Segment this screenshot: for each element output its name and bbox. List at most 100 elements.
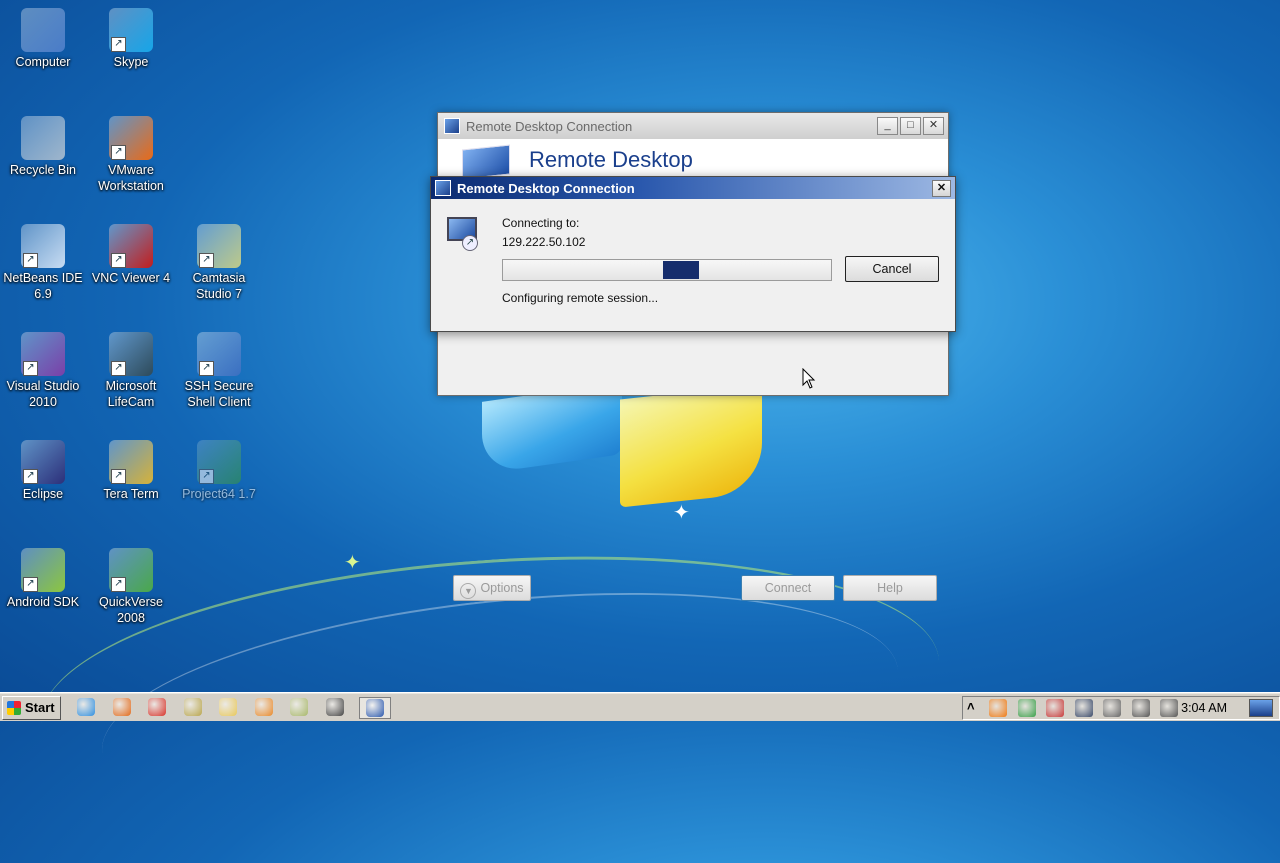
ie-icon[interactable] [75,697,97,717]
android-sdk-icon: ↗ [21,548,65,592]
desktop-icon-label: Android SDK [6,595,80,609]
desktop-icon[interactable]: ↗ Skype [88,8,174,70]
folder-icon[interactable] [217,697,239,717]
sparkle-icon: ✦ [673,502,690,524]
connection-status: Configuring remote session... [502,291,659,305]
shortcut-arrow-icon: ↗ [199,361,214,376]
recorder-icon[interactable] [324,697,346,717]
shortcut-arrow-icon: ↗ [23,361,38,376]
camtasia-icon: ↗ [197,224,241,268]
system-tray: ˄ 3:04 AM [962,696,1280,720]
desktop-icon-label: Microsoft LifeCam [105,379,157,409]
help-button[interactable]: Help [843,575,937,601]
shortcut-arrow-icon: ↗ [111,469,126,484]
desktop-icon[interactable]: ↗ NetBeans IDE 6.9 [0,224,86,302]
desktop-icon[interactable]: ↗ Eclipse [0,440,86,502]
firefox-icon[interactable] [111,697,133,717]
rdc-icon [444,118,460,134]
desktop-icon[interactable]: Computer [0,8,86,70]
shortcut-arrow-icon: ↗ [111,37,126,52]
remote-connection-icon: ↗ [447,217,479,251]
computer-icon [21,8,65,52]
shortcut-arrow-icon: ↗ [23,469,38,484]
show-desktop-icon[interactable] [1249,699,1273,717]
dialog-title-bar[interactable]: Remote Desktop Connection [431,177,955,199]
windows-logo-yellow [620,384,762,508]
tera-term-icon: ↗ [109,440,153,484]
vnc-viewer-icon: ↗ [109,224,153,268]
visual-studio-icon: ↗ [21,332,65,376]
options-button[interactable]: ▼ Options [453,575,531,601]
eclipse-icon: ↗ [21,440,65,484]
recycle-bin-icon [21,116,65,160]
desktop-icon-label: Project64 1.7 [182,487,256,501]
shortcut-arrow-icon: ↗ [199,253,214,268]
desktop-icon-label: Eclipse [22,487,64,501]
dialog-close-button[interactable]: ✕ [932,180,951,197]
desktop-icon[interactable]: ↗ Tera Term [88,440,174,502]
show-hidden-icons-button[interactable]: ˄ [967,699,975,714]
desktop-icon[interactable]: ↗ Camtasia Studio 7 [176,224,262,302]
desktop-icon[interactable]: ↗ VMware Workstation [88,116,174,194]
media-icon[interactable] [182,697,204,717]
desktop-icon[interactable]: ↗ Visual Studio 2010 [0,332,86,410]
desktop-icon[interactable]: ↗ Microsoft LifeCam [88,332,174,410]
desktop-icon[interactable]: ↗ Android SDK [0,548,86,610]
title-bar[interactable]: Remote Desktop Connection _ □ ✕ [438,113,948,139]
desktop-icon-label: Tera Term [103,487,159,501]
start-button[interactable]: Start [2,696,61,720]
vmware-task-icon[interactable] [253,697,275,717]
project64-icon: ↗ [197,440,241,484]
remote-address: 129.222.50.102 [502,235,586,249]
avast-icon[interactable] [989,699,1007,717]
banner: Remote Desktop [438,139,948,180]
close-button[interactable]: ✕ [923,117,944,135]
chevron-down-icon: ▼ [460,583,477,599]
desktop-icon[interactable]: Recycle Bin [0,116,86,178]
rdc-icon [435,180,451,196]
desktop-icon[interactable]: ↗ QuickVerse 2008 [88,548,174,626]
connecting-to-label: Connecting to: [502,216,580,230]
connect-button[interactable]: Connect [741,575,835,601]
shortcut-arrow-icon: ↗ [199,469,214,484]
desktop-icon-label: VNC Viewer 4 [91,271,171,285]
shortcut-arrow-icon: ↗ [111,253,126,268]
connecting-dialog: Remote Desktop Connection ✕ ↗ Connecting… [430,176,956,332]
network-icon[interactable] [1131,699,1150,717]
vmware-icon: ↗ [109,116,153,160]
desktop-icon-label: Recycle Bin [10,163,76,177]
network-tool-icon[interactable] [1017,699,1036,717]
skype-icon: ↗ [109,8,153,52]
rdc-task-icon[interactable] [359,697,391,719]
desktop-icon-label: Skype [113,55,149,69]
chrome-icon[interactable] [146,697,168,717]
desktop-icon-label: QuickVerse 2008 [99,595,163,625]
maximize-button[interactable]: □ [900,117,921,135]
desktop-icon[interactable]: ↗ SSH Secure Shell Client [176,332,262,410]
netbeans-icon: ↗ [21,224,65,268]
desktop-icon[interactable]: ↗ VNC Viewer 4 [88,224,174,286]
volume-icon[interactable] [1160,699,1178,717]
sparkle-icon: ✦ [344,552,361,574]
banner-heading: Remote Desktop [529,147,693,172]
cancel-button[interactable]: Cancel [845,256,939,282]
shortcut-arrow-icon: ↗ [111,577,126,592]
connection-progress-bar [502,259,832,281]
security-icon[interactable] [1046,699,1064,717]
options-label: Options [480,581,524,595]
desktop-icon[interactable]: ↗ Project64 1.7 [176,440,262,502]
windows-flag-icon [7,701,21,715]
clipboard-icon[interactable] [1103,699,1121,717]
desktop-icon-label: Visual Studio 2010 [6,379,80,409]
shortcut-arrow-icon: ↗ [23,253,38,268]
desktop-icon-label: NetBeans IDE 6.9 [3,271,83,301]
camtasia-task-icon[interactable] [288,697,310,717]
clock[interactable]: 3:04 AM [1181,701,1227,715]
start-label: Start [25,700,55,715]
monitor-icon[interactable] [1074,699,1093,717]
progress-indicator [662,261,699,279]
minimize-button[interactable]: _ [877,117,898,135]
ssh-client-icon: ↗ [197,332,241,376]
taskbar: Start ˄ 3:04 AM [0,692,1280,721]
quickverse-icon: ↗ [109,548,153,592]
